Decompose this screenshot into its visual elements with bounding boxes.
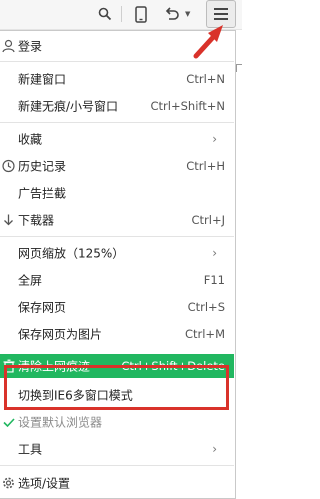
menu-item-label: 切换到IE6多窗口模式	[18, 388, 133, 403]
menu-item-tools[interactable]: 工具 ›	[0, 437, 234, 461]
menu-item-set-default-browser[interactable]: 设置默认浏览器	[0, 410, 234, 434]
menu-item-label: 历史记录	[18, 159, 67, 174]
menu-item-settings[interactable]: 选项/设置	[0, 471, 234, 495]
shortcut-text: Ctrl+H	[186, 159, 225, 173]
menu-item-save-page-as-image[interactable]: 保存网页为图片 Ctrl+M	[0, 322, 234, 346]
menu-divider	[0, 122, 234, 123]
clock-icon	[2, 159, 15, 173]
checkmark-icon	[2, 416, 15, 429]
shortcut-text: Ctrl+N	[186, 72, 225, 86]
menu-divider	[0, 61, 234, 62]
menu-item-label: 保存网页	[18, 300, 67, 315]
menu-item-new-window[interactable]: 新建窗口 Ctrl+N	[0, 67, 234, 91]
menu-item-label: 下载器	[18, 213, 55, 228]
shortcut-text: Ctrl+S	[187, 300, 225, 314]
menu-item-label: 收藏	[18, 132, 43, 147]
shortcut-text: Ctrl+M	[184, 327, 225, 341]
search-icon[interactable]	[94, 2, 116, 26]
download-icon	[2, 214, 15, 227]
gear-icon	[2, 477, 15, 490]
menu-item-switch-ie6-mode[interactable]: 切换到IE6多窗口模式	[0, 383, 234, 407]
menu-item-login[interactable]: 登录	[0, 34, 234, 58]
menu-item-downloads[interactable]: 下载器 Ctrl+J	[0, 208, 234, 232]
menu-item-label: 新建无痕/小号窗口	[18, 99, 119, 114]
menu-item-label: 登录	[18, 39, 43, 54]
menu-item-fullscreen[interactable]: 全屏 F11	[0, 268, 234, 292]
menu-item-save-page[interactable]: 保存网页 Ctrl+S	[0, 295, 234, 319]
phone-icon[interactable]	[130, 2, 152, 26]
trash-icon	[2, 359, 15, 373]
menu-item-zoom[interactable]: 网页缩放（125%） ›	[0, 241, 234, 265]
main-menu-button[interactable]	[206, 0, 236, 28]
menu-item-ad-block[interactable]: 广告拦截	[0, 181, 234, 205]
menu-item-clear-browsing-data[interactable]: 清除上网痕迹 Ctrl+Shift+Delete	[0, 354, 234, 378]
menu-item-label: 清除上网痕迹	[18, 359, 91, 374]
menu-divider	[0, 236, 234, 237]
chevron-down-icon[interactable]: ▼	[185, 2, 190, 26]
menu-item-label: 网页缩放（125%）	[18, 246, 125, 261]
menu-item-label: 保存网页为图片	[18, 327, 103, 342]
menu-item-label: 选项/设置	[18, 476, 71, 491]
browser-toolbar: ▼	[0, 0, 242, 30]
shortcut-text: Ctrl+J	[191, 213, 226, 227]
menu-item-history[interactable]: 历史记录 Ctrl+H	[0, 154, 234, 178]
chevron-right-icon: ›	[212, 442, 217, 456]
user-icon	[2, 39, 15, 53]
menu-item-new-incognito-window[interactable]: 新建无痕/小号窗口 Ctrl+Shift+N	[0, 94, 234, 118]
menu-item-favorites[interactable]: 收藏 ›	[0, 127, 234, 151]
menu-item-label: 工具	[18, 442, 43, 457]
menu-divider	[0, 465, 234, 466]
chevron-right-icon: ›	[212, 246, 217, 260]
hamburger-icon	[214, 8, 228, 20]
shortcut-text: Ctrl+Shift+N	[150, 99, 225, 113]
shortcut-text: F11	[203, 273, 225, 287]
menu-item-label: 新建窗口	[18, 72, 67, 87]
menu-item-label: 全屏	[18, 273, 43, 288]
menu-item-label: 广告拦截	[18, 186, 67, 201]
undo-icon[interactable]	[161, 2, 183, 26]
page-edge	[236, 64, 242, 72]
toolbar-divider	[121, 6, 122, 22]
main-menu: 登录 新建窗口 Ctrl+N 新建无痕/小号窗口 Ctrl+Shift+N 收藏…	[0, 30, 236, 499]
chevron-right-icon: ›	[212, 132, 217, 146]
menu-item-label: 设置默认浏览器	[18, 415, 103, 430]
shortcut-text: Ctrl+Shift+Delete	[121, 359, 225, 373]
